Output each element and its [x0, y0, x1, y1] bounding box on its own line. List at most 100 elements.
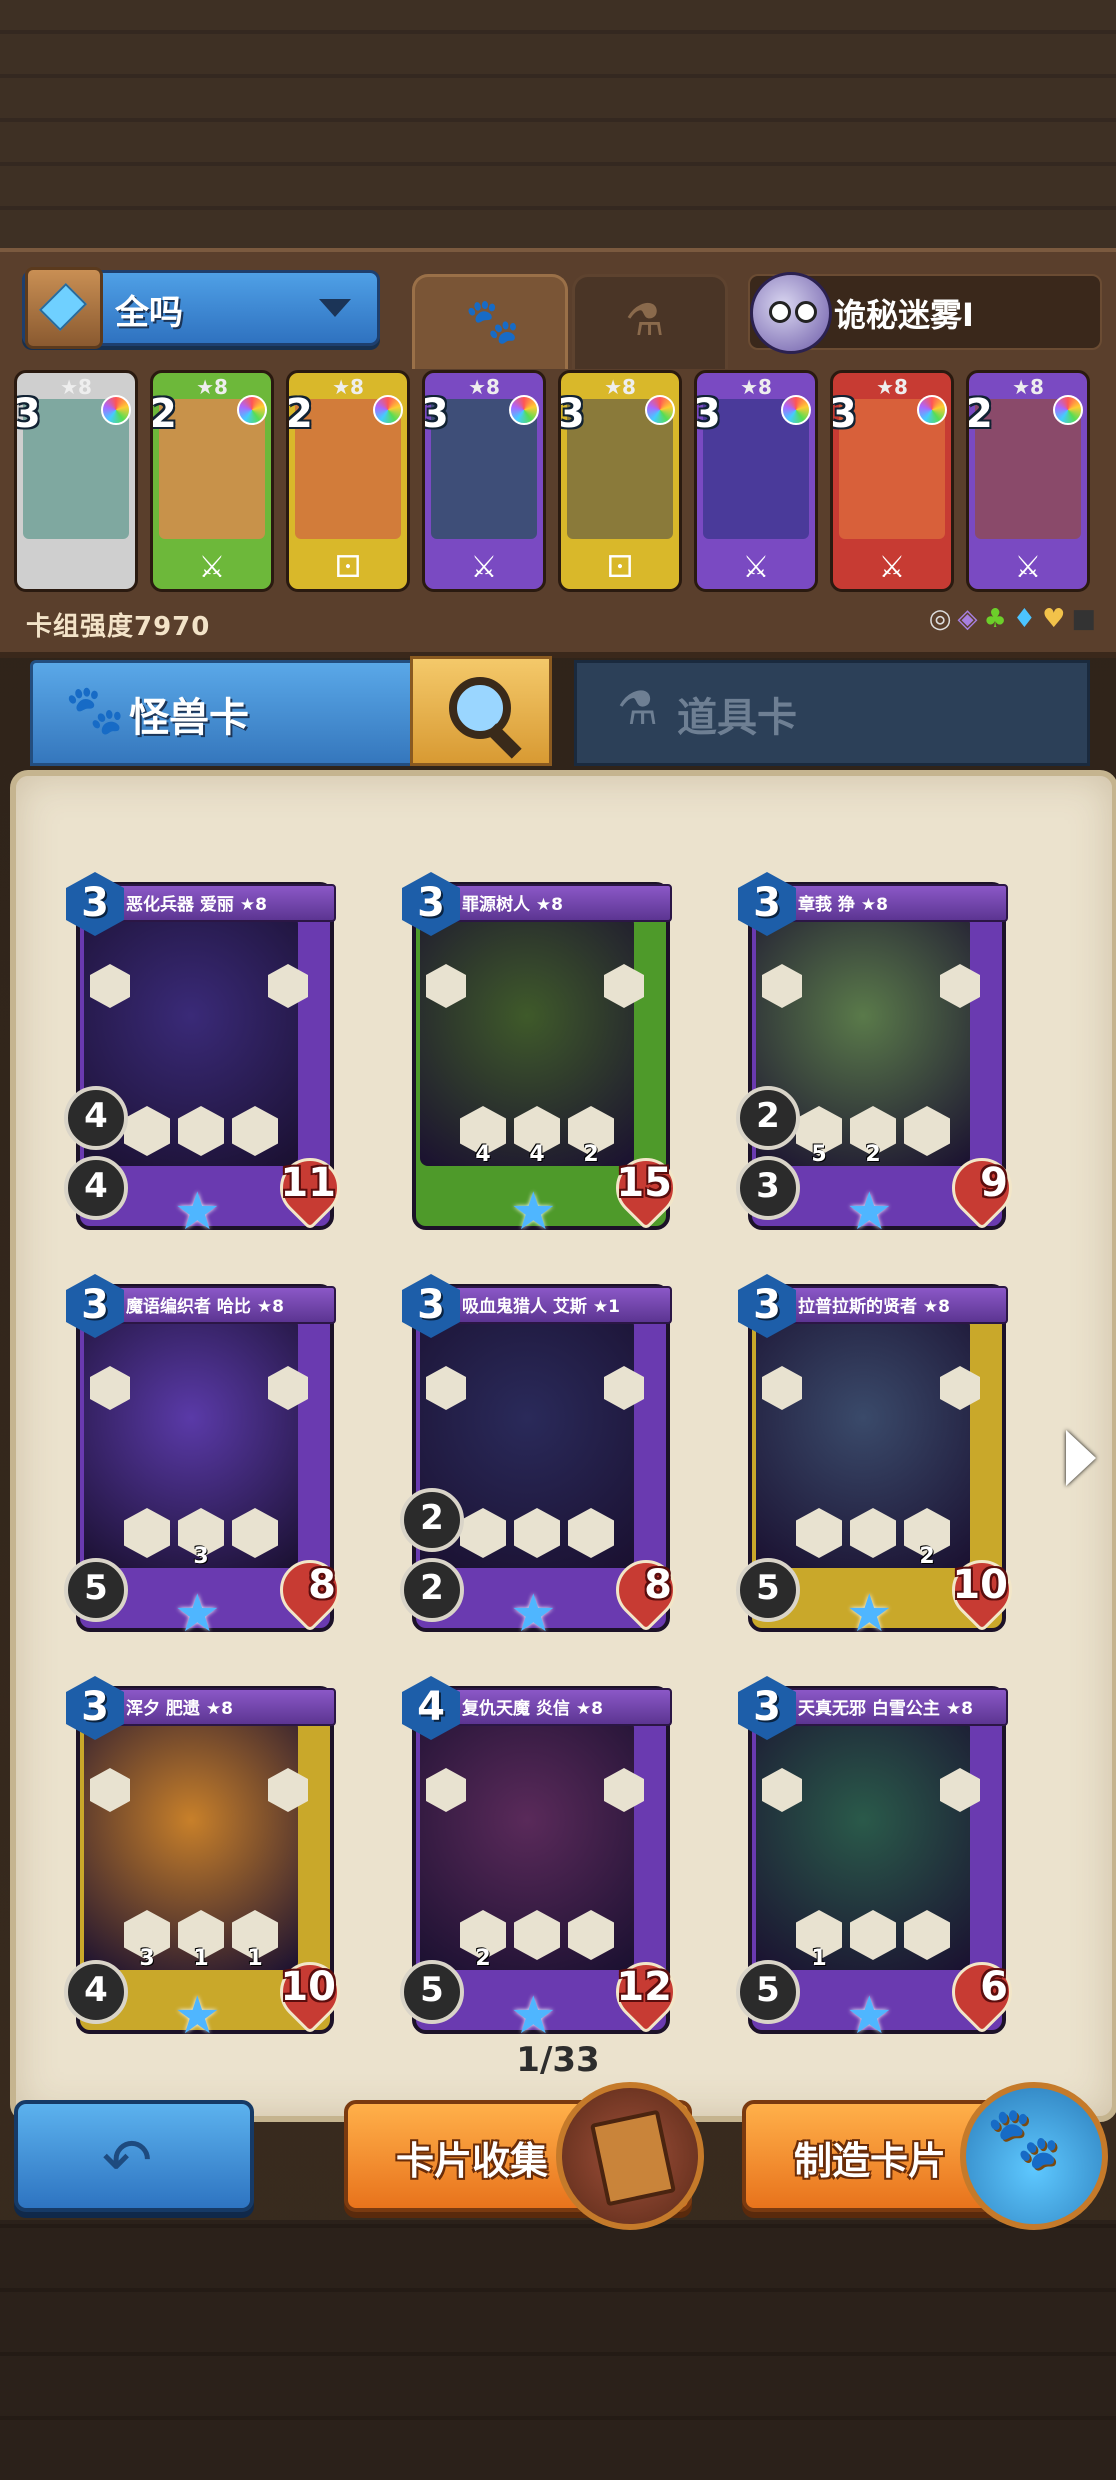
tab-item-label: 道具卡 — [677, 695, 797, 741]
element-icon: ♦ — [1012, 604, 1037, 634]
ability-value: 4 — [475, 1142, 491, 1167]
mist-avatar-icon — [750, 272, 832, 354]
card-name: 罪源树人 ★8 — [462, 895, 563, 915]
tab-item-cards[interactable]: ⚗ 道具卡 — [574, 660, 1090, 766]
deck-card[interactable]: ★8 3 ⚔ — [694, 370, 818, 592]
star-icon: ★ — [510, 1584, 557, 1644]
card-defense: 4 — [64, 1960, 128, 2024]
card-health: 12 — [603, 1949, 689, 2035]
card-defense: 4 — [64, 1156, 128, 1220]
search-button[interactable] — [410, 656, 552, 766]
ability-value: 2 — [865, 1142, 881, 1167]
card-type-icon: ⚔ — [470, 550, 498, 585]
card-name: 浑夕 肥遗 ★8 — [126, 1699, 233, 1719]
star-icon: ★ — [174, 1182, 221, 1242]
deck-card[interactable]: ★8 2 ⚀ — [286, 370, 410, 592]
deck-card[interactable]: ★8 3 ⚔ — [830, 370, 954, 592]
card-attack: 4 — [64, 1086, 128, 1150]
element-icon: ♥ — [1042, 604, 1066, 634]
card-name: 天真无邪 白雪公主 ★8 — [798, 1699, 973, 1719]
card-type-icon: ⚔ — [1014, 550, 1042, 585]
rainbow-gem-icon — [645, 395, 675, 425]
card-type-icon: ⚔ — [198, 550, 226, 585]
craft-potion-icon[interactable]: 🐾 — [960, 2082, 1108, 2230]
card-cost: 3 — [14, 391, 41, 437]
tab-monster-deck[interactable]: 🐾 — [412, 274, 568, 369]
ability-value: 2 — [919, 1544, 935, 1569]
deck-select-dropdown[interactable]: 全吗 — [22, 267, 380, 349]
card-health: 10 — [267, 1949, 353, 2035]
ability-value: 1 — [811, 1946, 827, 1971]
deck-book-icon — [25, 267, 103, 349]
element-icon: ◎ — [928, 604, 952, 634]
card-collection-page: 恶化兵器 爱丽 ★8 3 44 11 ★ 罪源树人 ★8 3 442 15 ★ … — [10, 770, 1116, 2122]
deck-card[interactable]: ★8 3 ⚔ — [422, 370, 546, 592]
craft-card-label: 制造卡片 — [794, 2139, 947, 2183]
element-icon: ■ — [1071, 604, 1096, 634]
monster-card[interactable]: 吸血鬼猎人 艾斯 ★1 3 22 8 ★ — [400, 1274, 689, 1644]
rainbow-gem-icon — [917, 395, 947, 425]
monster-card[interactable]: 章莪 狰 ★8 3 52 23 9 ★ — [736, 872, 1025, 1242]
deck-card[interactable]: ★8 2 ⚔ — [966, 370, 1090, 592]
paw-icon: 🐾 — [465, 296, 520, 347]
card-type-icon: ⚀ — [606, 550, 634, 585]
card-cost: 3 — [694, 391, 721, 437]
card-defense: 2 — [400, 1558, 464, 1622]
deck-card[interactable]: ★8 3 ⚀ — [558, 370, 682, 592]
chevron-down-icon — [319, 299, 351, 317]
card-health: 9 — [939, 1145, 1025, 1231]
card-name: 拉普拉斯的贤者 ★8 — [798, 1297, 950, 1317]
card-name-bar: 天真无邪 白雪公主 ★8 — [784, 1688, 1008, 1726]
card-name: 章莪 狰 ★8 — [798, 895, 888, 915]
card-cost: 3 — [830, 391, 857, 437]
monster-card[interactable]: 天真无邪 白雪公主 ★8 3 1 5 6 ★ — [736, 1676, 1025, 2046]
star-icon: ★ — [174, 1584, 221, 1644]
monster-card[interactable]: 复仇天魔 炎信 ★8 4 2 5 12 ★ — [400, 1676, 689, 2046]
card-attack: 2 — [400, 1488, 464, 1552]
ability-value: 1 — [193, 1946, 209, 1971]
card-name-bar: 魔语编织者 哈比 ★8 — [112, 1286, 336, 1324]
card-name-bar: 章莪 狰 ★8 — [784, 884, 1008, 922]
monster-card[interactable]: 拉普拉斯的贤者 ★8 3 2 5 10 ★ — [736, 1274, 1025, 1644]
star-icon: ★ — [174, 1986, 221, 2046]
card-name-bar: 罪源树人 ★8 — [448, 884, 672, 922]
monster-card[interactable]: 浑夕 肥遗 ★8 3 311 4 10 ★ — [64, 1676, 353, 2046]
back-arrow-icon: ↶ — [102, 2126, 153, 2196]
opponent-box[interactable]: 诡秘迷雾I — [748, 272, 1102, 354]
monster-card[interactable]: 魔语编织者 哈比 ★8 3 3 5 8 ★ — [64, 1274, 353, 1644]
element-icon: ♣ — [983, 604, 1007, 634]
ability-value: 3 — [193, 1544, 209, 1569]
deck-card-list: ★8 3 ★8 2 ⚔ ★8 2 ⚀ ★8 3 ⚔ ★8 3 ⚀ ★8 3 ⚔ … — [14, 370, 1104, 592]
rainbow-gem-icon — [237, 395, 267, 425]
bottom-wood-background — [0, 2220, 1116, 2480]
card-health: 15 — [603, 1145, 689, 1231]
page-indicator: 1/33 — [516, 2040, 600, 2080]
card-name: 复仇天魔 炎信 ★8 — [462, 1699, 603, 1719]
star-icon: ★ — [846, 1584, 893, 1644]
rainbow-gem-icon — [509, 395, 539, 425]
card-cost: 3 — [558, 391, 585, 437]
card-collection-icon[interactable] — [556, 2082, 704, 2230]
ability-value: 1 — [247, 1946, 263, 1971]
star-icon: ★ — [846, 1182, 893, 1242]
ability-value: 4 — [529, 1142, 545, 1167]
card-collection-label: 卡片收集 — [396, 2139, 549, 2183]
ability-value: 2 — [475, 1946, 491, 1971]
category-bar: 🐾 怪兽卡 ⚗ 道具卡 — [0, 650, 1116, 766]
next-page-arrow-icon[interactable] — [1066, 1430, 1096, 1486]
card-name: 吸血鬼猎人 艾斯 ★1 — [462, 1297, 620, 1317]
rainbow-gem-icon — [101, 395, 131, 425]
card-type-icon: ⚀ — [334, 550, 362, 585]
tab-monster-cards[interactable]: 🐾 怪兽卡 — [30, 660, 416, 766]
monster-card[interactable]: 罪源树人 ★8 3 442 15 ★ — [402, 872, 689, 1242]
card-name-bar: 复仇天魔 炎信 ★8 — [448, 1688, 672, 1726]
deck-card[interactable]: ★8 3 — [14, 370, 138, 592]
deck-card[interactable]: ★8 2 ⚔ — [150, 370, 274, 592]
tab-item-deck[interactable]: ⚗ — [572, 274, 728, 369]
monster-card[interactable]: 恶化兵器 爱丽 ★8 3 44 11 ★ — [64, 872, 353, 1242]
card-health: 10 — [939, 1547, 1025, 1633]
deck-panel: 全吗 🐾 ⚗ 诡秘迷雾I ★8 3 ★8 2 ⚔ ★8 2 ⚀ ★8 3 ⚔ ★… — [0, 248, 1116, 658]
top-wood-background — [0, 0, 1116, 250]
deck-name: 全吗 — [115, 293, 183, 333]
back-button[interactable]: ↶ — [14, 2100, 254, 2212]
